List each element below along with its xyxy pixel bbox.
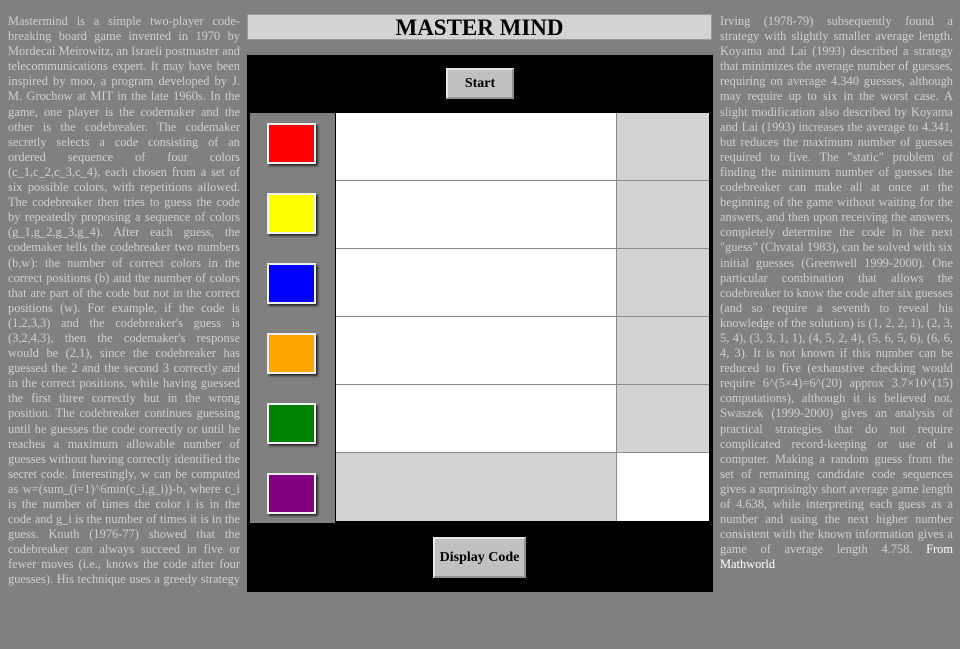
score-pegs	[616, 453, 709, 521]
guess-board	[336, 113, 709, 523]
guess-slots[interactable]	[336, 181, 616, 249]
guess-row	[336, 181, 709, 249]
guess-row	[336, 385, 709, 453]
game-title: MASTER MIND	[247, 14, 712, 40]
start-button[interactable]: Start	[446, 68, 514, 99]
guess-row	[336, 453, 709, 521]
swatch-red[interactable]	[267, 123, 316, 164]
swatch-purple[interactable]	[267, 473, 316, 514]
guess-row	[336, 249, 709, 317]
right-article-body: Irving (1978-79) subsequently found a st…	[720, 14, 953, 557]
score-pegs	[616, 249, 709, 317]
guess-slots[interactable]	[336, 385, 616, 453]
swatch-green[interactable]	[267, 403, 316, 444]
guess-slots[interactable]	[336, 113, 616, 181]
score-pegs	[616, 385, 709, 453]
score-pegs	[616, 181, 709, 249]
score-pegs	[616, 113, 709, 181]
guess-slots[interactable]	[336, 249, 616, 317]
display-code-button[interactable]: Display Code	[433, 537, 526, 578]
guess-slots[interactable]	[336, 453, 616, 521]
right-article-text: Irving (1978-79) subsequently found a st…	[720, 14, 953, 572]
game-panel: Start Display Code	[247, 55, 713, 592]
swatch-orange[interactable]	[267, 333, 316, 374]
score-pegs	[616, 317, 709, 385]
color-palette	[250, 113, 335, 523]
guess-row	[336, 113, 709, 181]
swatch-blue[interactable]	[267, 263, 316, 304]
swatch-yellow[interactable]	[267, 193, 316, 234]
guess-row	[336, 317, 709, 385]
guess-slots[interactable]	[336, 317, 616, 385]
left-article-text: Mastermind is a simple two-player code-b…	[8, 14, 240, 586]
